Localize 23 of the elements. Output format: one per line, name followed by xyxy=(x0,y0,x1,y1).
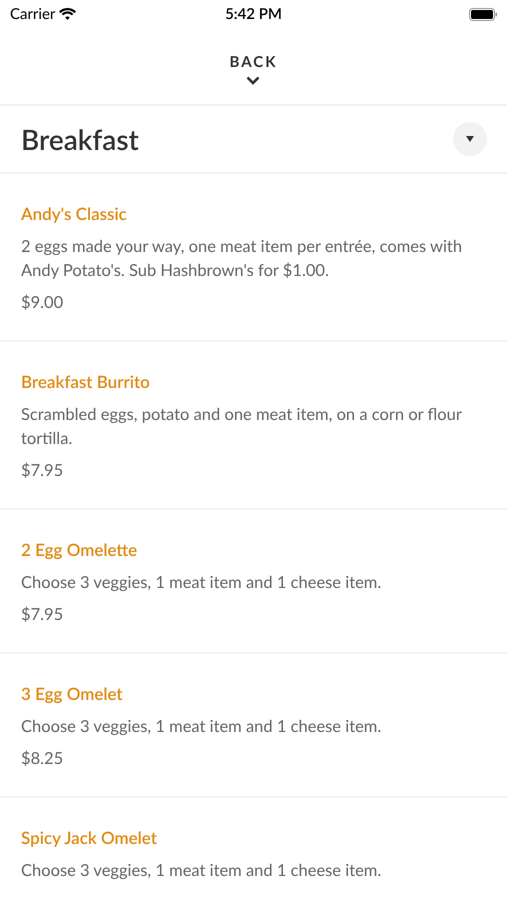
item-price: $9.00 xyxy=(21,291,64,314)
item-description: 2 eggs made your way, one meat item per entrée, comes with Andy Potato's. Sub Hashbrown's for $1.00. xyxy=(21,235,464,282)
status-time: 5:42 PM xyxy=(225,4,282,25)
back-button[interactable]: BACK xyxy=(229,47,278,85)
item-price: $8.25 xyxy=(21,747,64,770)
item-name: Breakfast Burrito xyxy=(21,370,151,394)
item-description: Choose 3 veggies, 1 meat item and 1 cheese item. xyxy=(21,715,382,738)
chevron-down-icon xyxy=(246,76,260,85)
caret-icon xyxy=(466,136,474,142)
item-description: Choose 3 veggies, 1 meat item and 1 cheese item. xyxy=(21,859,382,882)
wifi-icon xyxy=(59,8,76,20)
item-price: $7.95 xyxy=(21,459,64,482)
item-name: 2 Egg Omelette xyxy=(21,538,138,562)
item-name: Andy's Classic xyxy=(21,202,128,226)
item-name: 3 Egg Omelet xyxy=(21,682,124,706)
carrier-label: Carrier xyxy=(10,4,56,25)
item-description: Choose 3 veggies, 1 meat item and 1 cheese item. xyxy=(21,571,382,594)
item-price: $7.95 xyxy=(21,603,64,626)
battery-icon xyxy=(468,8,497,20)
dropdown-button[interactable] xyxy=(453,122,487,156)
item-description: Scrambled eggs, potato and one meat item, on a corn or flour tortilla. xyxy=(21,403,463,450)
section-title: Breakfast xyxy=(21,121,139,158)
item-name: Spicy Jack Omelet xyxy=(21,826,158,850)
